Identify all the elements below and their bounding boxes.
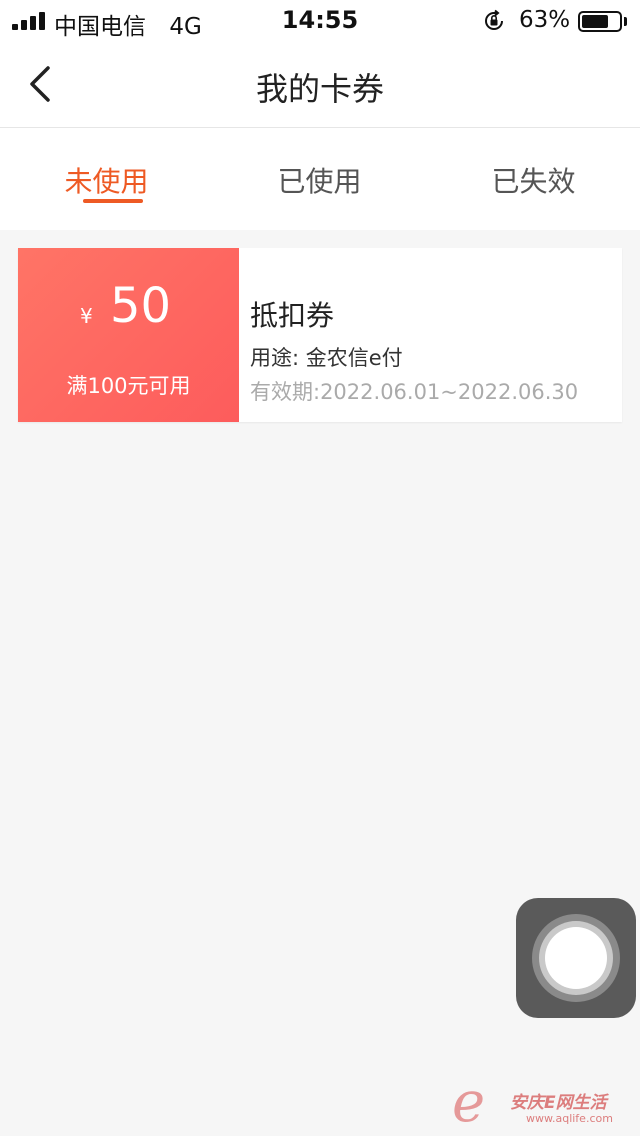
assistive-touch-inner-ring	[539, 921, 613, 995]
assistive-touch-outer-ring	[532, 914, 620, 1002]
coupon-card[interactable]: ¥ 50 满100元可用 抵扣券 用途: 金农信e付 有效期:2022.06.0…	[14, 248, 622, 422]
rotation-lock-icon	[485, 9, 503, 30]
tab-bar: 未使用 已使用 已失效	[0, 128, 640, 230]
watermark-url: www.aqlife.com	[526, 1112, 613, 1125]
assistive-touch-core	[545, 927, 607, 989]
tab-unused[interactable]: 未使用	[0, 160, 213, 200]
page-title: 我的卡券	[255, 70, 384, 108]
tab-used[interactable]: 已使用	[213, 160, 426, 200]
watermark-logo: e 安庆E网生活 www.aqlife.com	[452, 1070, 636, 1135]
battery-icon	[578, 11, 622, 32]
status-bar: 中国电信 4G 14:55 63%	[0, 0, 640, 40]
battery-percent: 63%	[519, 7, 571, 33]
assistive-touch-button[interactable]	[516, 898, 636, 1018]
coupon-name: 抵扣券	[250, 299, 335, 332]
tab-expired[interactable]: 已失效	[427, 160, 640, 200]
coupon-currency: ¥	[80, 304, 93, 328]
coupon-validity: 有效期:2022.06.01~2022.06.30	[250, 380, 579, 404]
coupon-amount: 50	[110, 278, 172, 334]
battery-cap	[624, 17, 627, 26]
nav-bar: 我的卡券	[0, 40, 640, 128]
coupon-value-panel: ¥ 50 满100元可用	[14, 248, 239, 422]
battery-level	[582, 15, 608, 28]
watermark-site-name: 安庆E网生活	[510, 1093, 607, 1113]
active-tab-indicator	[83, 199, 143, 203]
watermark-e-icon: e	[452, 1070, 486, 1135]
coupon-condition: 满100元可用	[66, 374, 191, 398]
coupon-usage: 用途: 金农信e付	[250, 346, 403, 370]
